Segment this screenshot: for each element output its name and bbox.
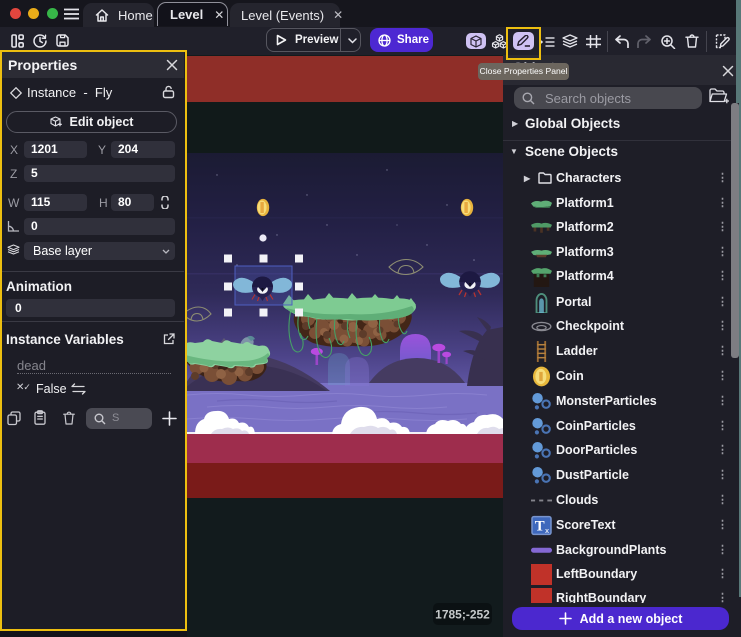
svg-text:1785;-252: 1785;-252 [435, 608, 490, 622]
svg-text:T: T [535, 518, 545, 534]
